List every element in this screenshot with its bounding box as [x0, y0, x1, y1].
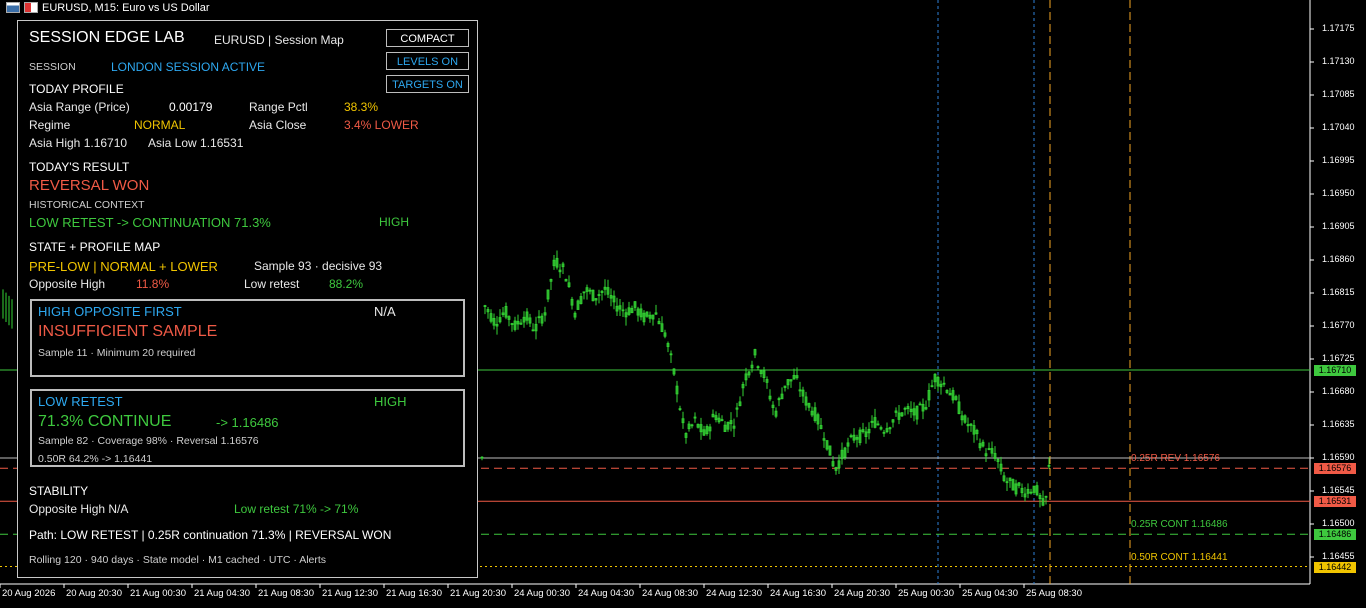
panel-footer: Rolling 120 · 940 days · State model · M… [29, 554, 327, 566]
x-tick-label: 25 Aug 04:30 [962, 588, 1018, 599]
y-tick-label: 1.16860 [1322, 254, 1355, 264]
y-tick-label: 1.17130 [1322, 56, 1355, 66]
state-map-header: STATE + PROFILE MAP [29, 240, 161, 254]
regime-value: NORMAL [134, 118, 186, 132]
session-edge-panel: SESSION EDGE LAB EURUSD | Session Map CO… [17, 20, 478, 578]
x-tick-label: 21 Aug 16:30 [386, 588, 442, 599]
level-label: 0.25R CONT 1.16486 [1131, 519, 1228, 531]
x-tick-label: 24 Aug 16:30 [770, 588, 826, 599]
asia-close-label: Asia Close [249, 118, 307, 132]
todays-result-header: TODAY'S RESULT [29, 160, 130, 174]
low-retest-detail2: 0.50R 64.2% -> 1.16441 [38, 453, 153, 465]
asia-close-value: 3.4% LOWER [344, 118, 419, 132]
stability-header: STABILITY [29, 484, 89, 498]
low-retest-rating: HIGH [374, 394, 407, 409]
high-opposite-detail: Sample 11 · Minimum 20 required [38, 347, 196, 359]
y-tick-label: 1.16590 [1322, 452, 1355, 462]
y-tick-label: 1.16950 [1322, 188, 1355, 198]
price-tag: 1.16531 [1314, 496, 1356, 508]
x-tick-label: 24 Aug 08:30 [642, 588, 698, 599]
y-tick-label: 1.16905 [1322, 221, 1355, 231]
x-tick-label: 21 Aug 04:30 [194, 588, 250, 599]
targets-toggle-button[interactable]: TARGETS ON [386, 75, 469, 93]
y-tick-label: 1.16635 [1322, 419, 1355, 429]
low-retest-box: LOW RETEST HIGH 71.3% CONTINUE -> 1.1648… [30, 389, 465, 467]
price-tag: 1.16710 [1314, 365, 1356, 376]
y-tick-label: 1.16995 [1322, 155, 1355, 165]
x-tick-label: 24 Aug 00:30 [514, 588, 570, 599]
level-label: 0.50R CONT 1.16441 [1131, 552, 1228, 564]
y-tick-label: 1.16545 [1322, 485, 1355, 495]
low-retest-value: 88.2% [329, 277, 364, 291]
price-tag: 1.16486 [1314, 529, 1356, 541]
range-pctl-value: 38.3% [344, 100, 379, 114]
x-tick-label: 24 Aug 04:30 [578, 588, 634, 599]
levels-toggle-button[interactable]: LEVELS ON [386, 52, 469, 70]
price-tag: 1.16442 [1314, 561, 1356, 573]
y-tick-label: 1.16770 [1322, 320, 1355, 330]
y-tick-label: 1.17175 [1322, 23, 1355, 33]
low-retest-value: 71.3% CONTINUE [38, 413, 172, 430]
window-title-bar: EURUSD, M15: Euro vs US Dollar [0, 0, 1310, 15]
y-tick-label: 1.16455 [1322, 551, 1355, 561]
historical-context-label: HISTORICAL CONTEXT [29, 199, 145, 211]
state-sample: Sample 93 · decisive 93 [254, 259, 383, 273]
range-pctl-label: Range Pctl [249, 100, 308, 114]
asia-low: Asia Low 1.16531 [148, 136, 244, 150]
high-opposite-box: HIGH OPPOSITE FIRST N/A INSUFFICIENT SAM… [30, 299, 465, 377]
y-tick-label: 1.16680 [1322, 386, 1355, 396]
panel-title: SESSION EDGE LAB [29, 29, 185, 46]
path-summary: Path: LOW RETEST | 0.25R continuation 71… [29, 528, 392, 542]
x-tick-label: 21 Aug 20:30 [450, 588, 506, 599]
asia-range-label: Asia Range (Price) [29, 100, 130, 114]
stability-low-retest: Low retest 71% -> 71% [234, 502, 359, 516]
low-retest-label: Low retest [244, 277, 300, 291]
x-tick-label: 24 Aug 20:30 [834, 588, 890, 599]
x-tick-label: 20 Aug 2026 [2, 588, 56, 599]
y-tick-label: 1.16815 [1322, 287, 1355, 297]
high-opposite-rating: N/A [374, 304, 396, 319]
low-retest-detail: Sample 82 · Coverage 98% · Reversal 1.16… [38, 435, 259, 447]
x-tick-label: 25 Aug 08:30 [1026, 588, 1082, 599]
regime-label: Regime [29, 118, 71, 132]
low-retest-target: -> 1.16486 [216, 415, 279, 430]
asia-high: Asia High 1.16710 [29, 136, 128, 150]
y-tick-label: 1.16500 [1322, 518, 1355, 528]
x-tick-label: 20 Aug 20:30 [66, 588, 122, 599]
level-label: 0.25R REV 1.16576 [1131, 453, 1220, 465]
todays-result-value: REVERSAL WON [29, 177, 150, 194]
today-profile-header: TODAY PROFILE [29, 82, 124, 96]
session-label: SESSION [29, 61, 76, 73]
x-tick-label: 21 Aug 08:30 [258, 588, 314, 599]
high-opposite-title: HIGH OPPOSITE FIRST [38, 304, 182, 319]
stability-opposite-high: Opposite High N/A [29, 502, 129, 516]
window-title: EURUSD, M15: Euro vs US Dollar [42, 1, 210, 14]
low-retest-title: LOW RETEST [38, 394, 123, 409]
price-tag: 1.16576 [1314, 463, 1356, 475]
state-value: PRE-LOW | NORMAL + LOWER [29, 259, 218, 274]
y-tick-label: 1.17085 [1322, 89, 1355, 99]
historical-context-value: LOW RETEST -> CONTINUATION 71.3% [29, 215, 271, 230]
y-tick-label: 1.16725 [1322, 353, 1355, 363]
historical-context-rating: HIGH [379, 215, 409, 229]
opposite-high-value: 11.8% [136, 277, 170, 291]
x-tick-label: 24 Aug 12:30 [706, 588, 762, 599]
chart-type-icon [24, 2, 38, 13]
asia-range-value: 0.00179 [169, 100, 213, 114]
x-tick-label: 21 Aug 00:30 [130, 588, 186, 599]
y-tick-label: 1.17040 [1322, 122, 1355, 132]
opposite-high-label: Opposite High [29, 277, 106, 291]
session-value: LONDON SESSION ACTIVE [111, 60, 266, 74]
high-opposite-value: INSUFFICIENT SAMPLE [38, 323, 218, 340]
x-tick-label: 25 Aug 00:30 [898, 588, 954, 599]
x-tick-label: 21 Aug 12:30 [322, 588, 378, 599]
chart-window-icon [6, 2, 20, 13]
compact-button[interactable]: COMPACT [386, 29, 469, 47]
panel-subtitle: EURUSD | Session Map [214, 33, 344, 47]
